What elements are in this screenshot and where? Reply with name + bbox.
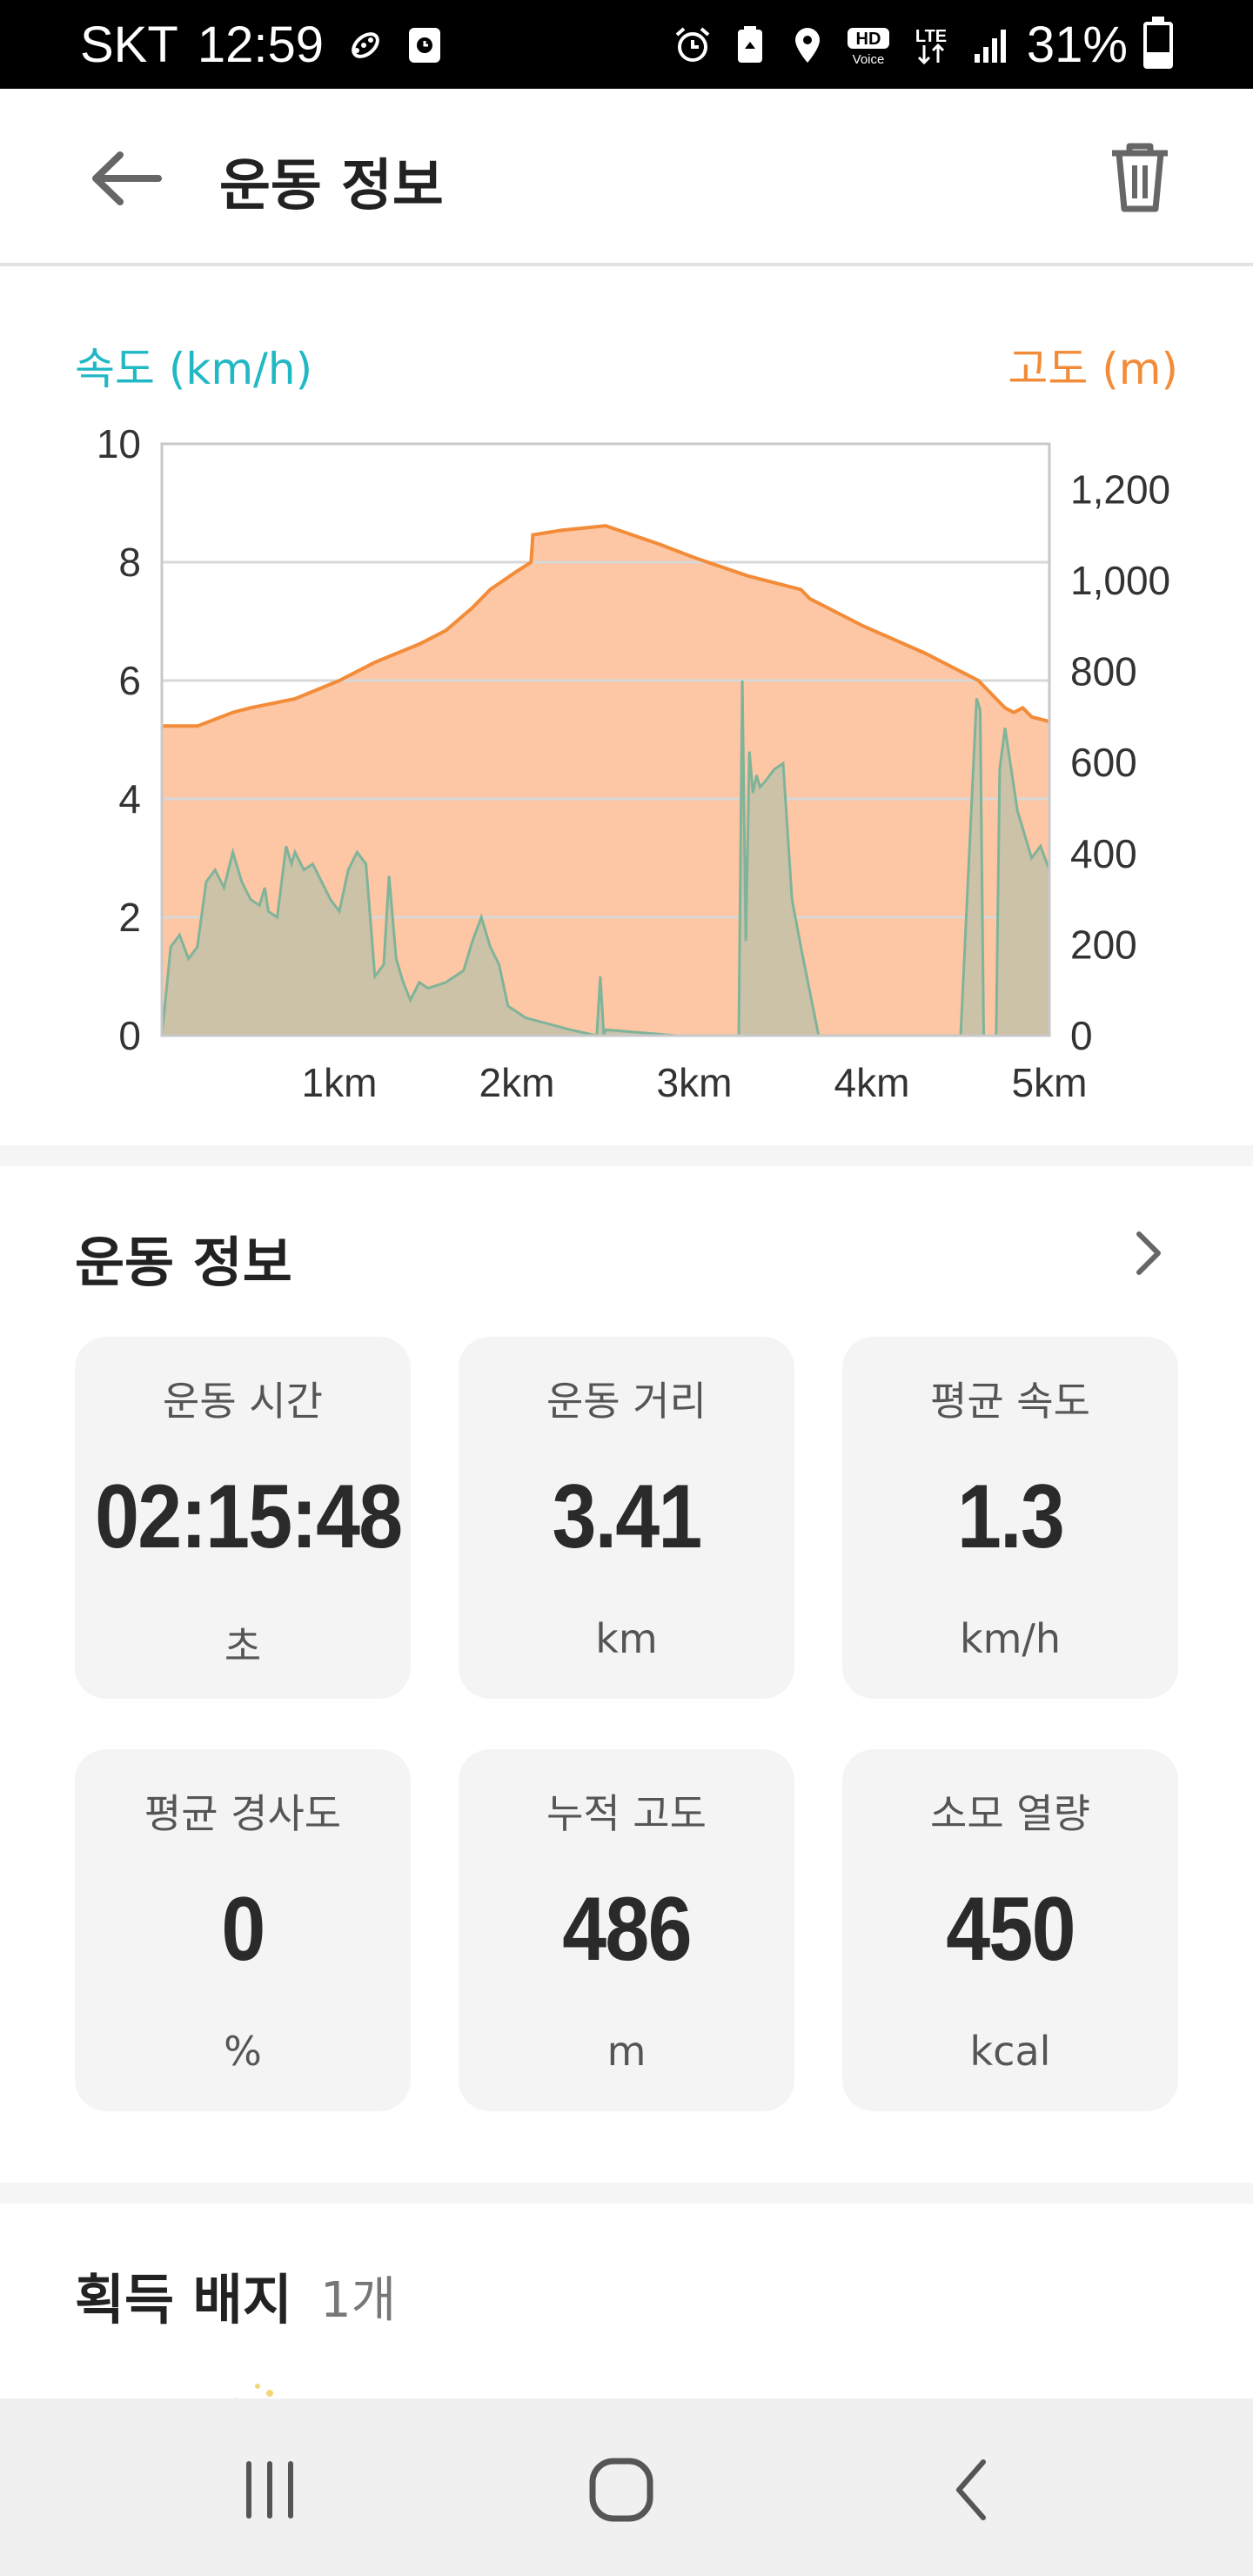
nav-back-icon xyxy=(956,2459,986,2520)
arrow-left-icon xyxy=(92,151,162,205)
y-right-tick-label: 1,000 xyxy=(1070,558,1170,603)
stat-unit: km xyxy=(595,1615,658,1662)
stat-label: 운동 시간 xyxy=(163,1378,323,1425)
clock: 12:59 xyxy=(197,17,324,73)
stats-section: 운동 정보 운동 시간 02:15:48 초 운동 거리 3.41 km 평균 … xyxy=(0,1166,1253,2190)
speed-legend: 속도 (km/h) xyxy=(75,344,313,394)
status-bar: SKT 12:59 HD Voice LTE 31% xyxy=(0,0,1253,89)
page-title: 운동 정보 xyxy=(219,154,444,218)
section-divider xyxy=(0,1145,1253,1166)
stat-unit: km/h xyxy=(959,1615,1062,1662)
back-button[interactable] xyxy=(78,139,174,218)
stat-card-calories: 소모 열량 450 kcal xyxy=(842,1749,1178,2111)
x-tick-label: 3km xyxy=(657,1060,733,1105)
y-left-tick-label: 8 xyxy=(118,540,141,585)
stat-label: 소모 열량 xyxy=(930,1790,1090,1837)
y-right-tick-label: 0 xyxy=(1070,1013,1093,1058)
y-left-tick-label: 6 xyxy=(118,658,141,703)
badge-title: 획득 배지 xyxy=(75,2268,292,2331)
stats-title: 운동 정보 xyxy=(75,1231,292,1294)
recent-apps-icon xyxy=(246,2461,293,2519)
status-left: SKT 12:59 xyxy=(80,16,446,74)
signal-icon xyxy=(969,24,1011,66)
badge-section: 획득 배지 1개 xyxy=(0,2204,1253,2398)
system-nav-bar xyxy=(0,2398,1253,2576)
x-tick-label: 1km xyxy=(302,1060,378,1105)
chevron-right-icon xyxy=(1136,1231,1161,1275)
stat-label: 평균 경사도 xyxy=(144,1790,342,1837)
x-tick-label: 2km xyxy=(479,1060,555,1105)
stat-unit: kcal xyxy=(969,2028,1051,2075)
x-tick-label: 5km xyxy=(1012,1060,1088,1105)
x-tick-label: 4km xyxy=(834,1060,910,1105)
y-right-tick-label: 200 xyxy=(1070,922,1137,967)
lte-icon: LTE xyxy=(908,24,954,66)
delete-button[interactable] xyxy=(1096,134,1183,221)
stat-card-elevation-gain: 누적 고도 486 m xyxy=(459,1749,794,2111)
y-right-tick-label: 600 xyxy=(1070,740,1137,785)
stat-value: 02:15:48 xyxy=(95,1466,403,1567)
stat-unit: 초 xyxy=(224,1623,262,1670)
stat-card-avg-speed: 평균 속도 1.3 km/h xyxy=(842,1337,1178,1699)
nav-back-button[interactable] xyxy=(921,2442,1025,2538)
hd-voice-icon: HD Voice xyxy=(844,24,893,66)
home-button[interactable] xyxy=(569,2442,673,2538)
carrier-label: SKT xyxy=(80,17,178,73)
lte-label: LTE xyxy=(915,27,947,46)
y-right-tick-label: 400 xyxy=(1070,831,1137,876)
stat-label: 평균 속도 xyxy=(930,1378,1090,1425)
stat-unit: m xyxy=(606,2028,647,2075)
chart-section: 0 2 4 6 8 10 0 200 400 600 800 1,000 1,200 1km 2km 3km 4… xyxy=(0,270,1253,1145)
y-left-tick-label: 10 xyxy=(97,421,141,466)
altitude-legend: 고도 (m) xyxy=(1008,344,1178,394)
battery-percent: 31% xyxy=(1026,17,1128,73)
location-icon xyxy=(787,24,828,66)
section-divider xyxy=(0,2183,1253,2204)
alarm-icon xyxy=(672,24,714,66)
voice-label: Voice xyxy=(853,52,885,66)
stat-value: 1.3 xyxy=(957,1466,1065,1567)
home-icon xyxy=(589,2458,653,2522)
app-bar: 운동 정보 xyxy=(0,89,1253,266)
battery-icon xyxy=(1143,16,1173,69)
stat-unit: % xyxy=(224,2028,262,2075)
stats-more-button[interactable] xyxy=(1105,1210,1192,1297)
app-notification-icon xyxy=(404,24,446,66)
stat-card-duration: 운동 시간 02:15:48 초 xyxy=(75,1337,411,1699)
y-right-tick-label: 1,200 xyxy=(1070,466,1170,512)
y-left-tick-label: 2 xyxy=(118,895,141,940)
y-left-tick-label: 4 xyxy=(118,776,141,822)
speed-altitude-chart: 0 2 4 6 8 10 0 200 400 600 800 1,000 1,200 1km 2km 3km 4… xyxy=(97,421,1170,1105)
recycle-icon xyxy=(729,24,771,66)
stat-value: 0 xyxy=(221,1879,265,1980)
activity-shoe-icon xyxy=(343,24,385,66)
stat-value: 450 xyxy=(946,1879,1075,1980)
y-right-tick-label: 800 xyxy=(1070,649,1137,694)
stat-label: 누적 고도 xyxy=(546,1790,707,1837)
recent-apps-button[interactable] xyxy=(218,2442,322,2538)
stat-value: 3.41 xyxy=(552,1466,702,1567)
badge-icon[interactable] xyxy=(218,2371,296,2398)
stat-label: 운동 거리 xyxy=(546,1378,707,1425)
stat-value: 486 xyxy=(562,1879,692,1980)
status-right: HD Voice LTE 31% xyxy=(672,16,1173,74)
y-left-tick-label: 0 xyxy=(118,1013,141,1058)
hd-label: HD xyxy=(855,30,881,49)
stat-card-distance: 운동 거리 3.41 km xyxy=(459,1337,794,1699)
stat-card-avg-slope: 평균 경사도 0 % xyxy=(75,1749,411,2111)
trash-icon xyxy=(1112,143,1168,212)
badge-count: 1개 xyxy=(320,2272,397,2329)
